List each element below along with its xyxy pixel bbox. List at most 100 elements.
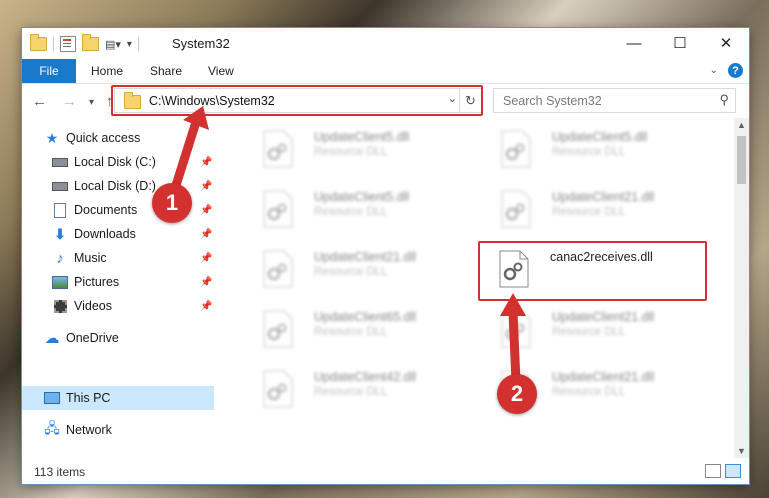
step-badge-1: 1: [152, 183, 192, 223]
file-item[interactable]: UpdateClient5.dll Resource DLL: [244, 120, 474, 176]
sidebar-item-label: Videos: [74, 299, 112, 313]
dll-file-icon: [501, 130, 531, 168]
file-item[interactable]: UpdateClient21.dll Resource DLL: [482, 180, 712, 236]
file-name: UpdateClient5.dll: [552, 130, 648, 144]
quick-access-toolbar: ▤▾ ▾: [30, 34, 139, 52]
item-count: 113 items: [34, 465, 86, 479]
navigation-bar: ← → ▾ ↑ C:\Windows\System32 ⌄ ↻ Search S…: [22, 84, 749, 118]
new-folder-icon[interactable]: [82, 34, 99, 51]
music-icon: ♪: [56, 249, 64, 267]
step-badge-2: 2: [497, 374, 537, 414]
file-item[interactable]: UpdateClient5.dll Resource DLL: [482, 120, 712, 176]
dll-file-icon: [263, 130, 293, 168]
search-placeholder: Search System32: [503, 94, 602, 108]
file-name: UpdateClient65.dll: [314, 310, 417, 324]
navigation-pane: ★ Quick access Local Disk (C:) 📌 Local D…: [22, 118, 214, 458]
file-name: UpdateClient21.dll: [314, 250, 417, 264]
scrollbar-thumb[interactable]: [737, 136, 746, 184]
drive-icon: [52, 154, 68, 170]
tab-file[interactable]: File: [22, 59, 76, 83]
pin-icon: 📌: [200, 156, 213, 168]
pin-icon: 📌: [200, 204, 213, 216]
sidebar-item-label: Network: [66, 423, 112, 437]
file-type: Resource DLL: [552, 206, 626, 218]
pin-icon: 📌: [200, 300, 213, 312]
scroll-up-icon[interactable]: ▲: [737, 120, 746, 130]
close-button[interactable]: ✕: [703, 28, 749, 58]
file-item[interactable]: UpdateClient65.dll Resource DLL: [244, 300, 474, 356]
videos-icon: [52, 298, 68, 314]
sidebar-item-label: OneDrive: [66, 331, 119, 345]
address-highlight-box: [111, 85, 483, 116]
pin-icon: 📌: [200, 276, 213, 288]
sidebar-item-local-disk-c[interactable]: Local Disk (C:) 📌: [22, 150, 214, 174]
vertical-scrollbar[interactable]: ▲ ▼: [734, 118, 749, 458]
dll-file-icon: [263, 310, 293, 348]
pin-icon: 📌: [200, 252, 213, 264]
file-name: UpdateClient5.dll: [314, 130, 410, 144]
file-highlight-box: [478, 241, 707, 301]
toolbar-divider: [53, 37, 54, 51]
sidebar-item-label: Documents: [74, 203, 138, 217]
sidebar-item-onedrive[interactable]: ☁ OneDrive: [22, 326, 214, 350]
sidebar-item-label: Quick access: [66, 131, 141, 145]
customize-quick-access-icon[interactable]: ▤▾: [105, 38, 121, 51]
file-item[interactable]: UpdateClient21.dll Resource DLL: [244, 240, 474, 296]
sidebar-item-label: Local Disk (D:): [74, 179, 156, 193]
pin-icon: 📌: [200, 180, 213, 192]
recent-locations-icon[interactable]: ▾: [89, 97, 94, 108]
sidebar-item-quick-access[interactable]: ★ Quick access: [22, 126, 214, 150]
onedrive-icon: ☁: [44, 330, 60, 347]
sidebar-item-downloads[interactable]: ⬇ Downloads 📌: [22, 222, 214, 246]
file-item[interactable]: UpdateClient5.dll Resource DLL: [244, 180, 474, 236]
file-item[interactable]: UpdateClient42.dll Resource DLL: [244, 360, 474, 416]
file-type: Resource DLL: [314, 326, 388, 338]
search-input[interactable]: Search System32 ⚲: [493, 88, 736, 113]
expand-ribbon-icon[interactable]: ⌄: [710, 65, 718, 76]
tab-share[interactable]: Share: [150, 59, 182, 83]
tab-view[interactable]: View: [208, 59, 234, 83]
pin-icon: 📌: [200, 228, 213, 240]
details-view-icon[interactable]: [705, 464, 721, 478]
back-arrow-icon[interactable]: ←: [32, 93, 47, 110]
file-type: Resource DLL: [552, 326, 626, 338]
file-type: Resource DLL: [314, 266, 388, 278]
minimize-button[interactable]: —: [611, 28, 657, 58]
large-icons-view-icon[interactable]: [725, 464, 741, 478]
file-item[interactable]: UpdateClient21.dll Resource DLL: [482, 300, 712, 356]
sidebar-item-label: This PC: [66, 391, 111, 405]
toolbar-divider: [137, 37, 139, 51]
file-type: Resource DLL: [314, 206, 388, 218]
sidebar-item-this-pc[interactable]: This PC: [22, 386, 214, 410]
file-name: UpdateClient21.dll: [552, 370, 655, 384]
network-icon: 🖧: [44, 420, 60, 436]
documents-icon: [52, 202, 68, 218]
dll-file-icon: [501, 190, 531, 228]
dll-file-icon: [501, 310, 531, 348]
dll-file-icon: [263, 190, 293, 228]
file-name: UpdateClient21.dll: [552, 310, 655, 324]
ribbon-tabs: File Home Share View ⌄ ?: [22, 59, 749, 84]
file-name: UpdateClient5.dll: [314, 190, 410, 204]
file-type: Resource DLL: [314, 386, 388, 398]
computer-icon: [44, 390, 60, 406]
downloads-icon: ⬇: [54, 225, 66, 242]
tab-home[interactable]: Home: [91, 59, 123, 83]
toolbar-dropdown-icon[interactable]: ▾: [127, 39, 132, 50]
sidebar-item-videos[interactable]: Videos 📌: [22, 294, 214, 318]
forward-arrow-icon[interactable]: →: [62, 93, 77, 110]
sidebar-item-music[interactable]: ♪ Music 📌: [22, 246, 214, 270]
sidebar-item-network[interactable]: 🖧 Network: [22, 418, 214, 442]
search-icon: ⚲: [719, 92, 729, 107]
status-bar: 113 items: [22, 460, 749, 484]
help-icon[interactable]: ?: [728, 63, 743, 78]
sidebar-item-label: Music: [74, 251, 107, 265]
window-title: System32: [172, 36, 230, 51]
properties-icon[interactable]: [60, 36, 76, 52]
file-name: UpdateClient42.dll: [314, 370, 417, 384]
maximize-button[interactable]: ☐: [657, 28, 703, 58]
scroll-down-icon[interactable]: ▼: [737, 446, 746, 456]
sidebar-item-pictures[interactable]: Pictures 📌: [22, 270, 214, 294]
sidebar-item-label: Local Disk (C:): [74, 155, 156, 169]
star-icon: ★: [45, 129, 59, 146]
